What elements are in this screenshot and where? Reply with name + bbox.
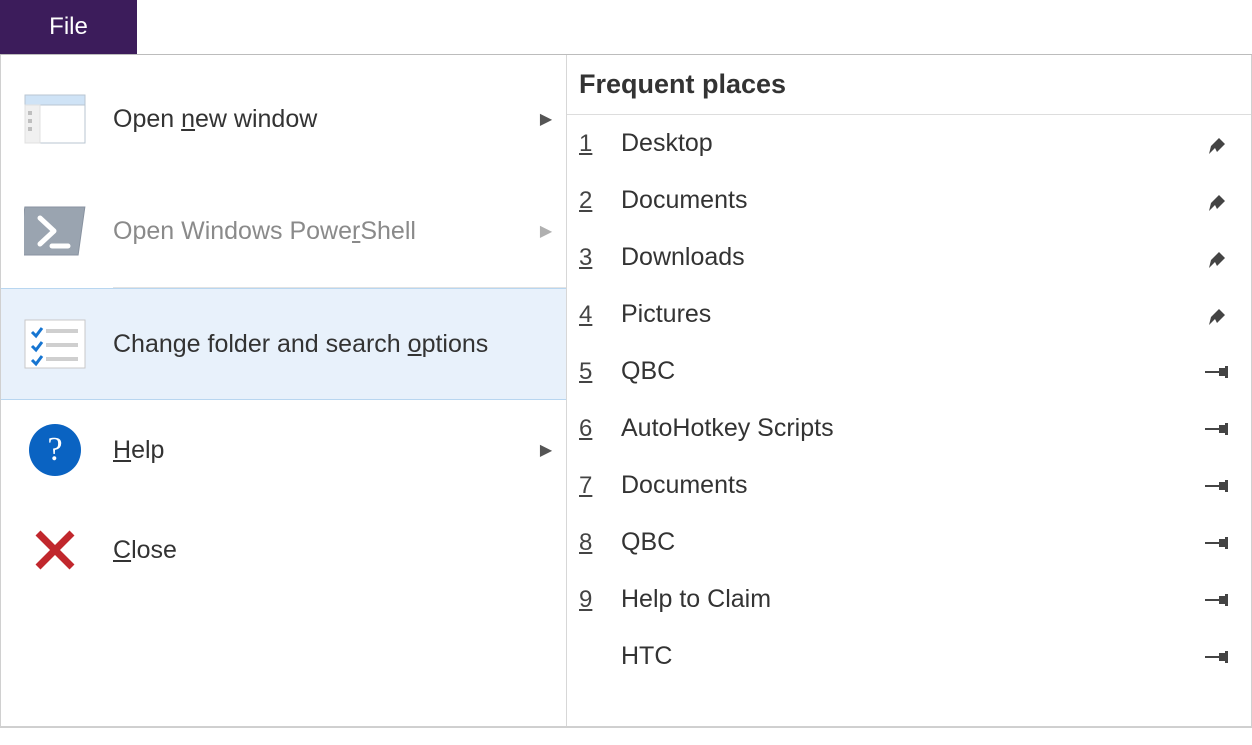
place-name: Downloads — [621, 243, 1205, 272]
place-name: Help to Claim — [621, 585, 1205, 614]
place-accelerator: 2 — [579, 187, 607, 215]
open-powershell-item[interactable]: Open Windows PowerShell ▶ — [1, 175, 566, 287]
status-bar — [0, 727, 1252, 745]
open-new-window-label: Open new window — [113, 105, 526, 134]
pin-filled-icon[interactable] — [1205, 130, 1233, 158]
pin-outline-icon[interactable] — [1205, 529, 1233, 557]
help-item[interactable]: ? Help ▶ — [1, 400, 566, 500]
place-name: AutoHotkey Scripts — [621, 414, 1205, 443]
frequent-place-item[interactable]: 7 Documents — [567, 457, 1251, 514]
pin-filled-icon[interactable] — [1205, 244, 1233, 272]
place-accelerator: 6 — [579, 415, 607, 443]
folder-options-item[interactable]: Change folder and search options — [1, 288, 566, 400]
frequent-place-item[interactable]: 6 AutoHotkey Scripts — [567, 400, 1251, 457]
open-new-window-item[interactable]: Open new window ▶ — [1, 63, 566, 175]
help-label: Help — [113, 436, 526, 465]
place-name: QBC — [621, 528, 1205, 557]
svg-text:?: ? — [47, 431, 62, 468]
frequent-places-list: 1 Desktop 2 Documents 3 Downloads 4 Pictures 5 QB… — [567, 115, 1251, 726]
frequent-place-item[interactable]: HTC — [567, 628, 1251, 685]
frequent-place-item[interactable]: 2 Documents — [567, 172, 1251, 229]
frequent-places-header: Frequent places — [567, 55, 1251, 115]
file-tab[interactable]: File — [0, 0, 137, 54]
place-accelerator: 3 — [579, 244, 607, 272]
pin-filled-icon[interactable] — [1205, 187, 1233, 215]
open-powershell-label: Open Windows PowerShell — [113, 217, 526, 246]
folder-options-label: Change folder and search options — [113, 330, 566, 359]
help-icon: ? — [21, 416, 89, 484]
place-accelerator: 9 — [579, 586, 607, 614]
submenu-arrow-icon: ▶ — [526, 440, 566, 460]
pin-outline-icon[interactable] — [1205, 415, 1233, 443]
file-menu-body: Open new window ▶ Open Windows PowerShel… — [0, 55, 1252, 727]
frequent-place-item[interactable]: 9 Help to Claim — [567, 571, 1251, 628]
options-icon — [21, 310, 89, 378]
place-name: HTC — [621, 642, 1205, 671]
place-accelerator: 7 — [579, 472, 607, 500]
frequent-place-item[interactable]: 4 Pictures — [567, 286, 1251, 343]
place-name: QBC — [621, 357, 1205, 386]
window-icon — [21, 85, 89, 153]
file-menu-window: File Open new window — [0, 0, 1252, 745]
place-name: Desktop — [621, 129, 1205, 158]
place-name: Documents — [621, 186, 1205, 215]
pin-outline-icon[interactable] — [1205, 358, 1233, 386]
place-name: Pictures — [621, 300, 1205, 329]
pin-filled-icon[interactable] — [1205, 301, 1233, 329]
frequent-places-pane: Frequent places 1 Desktop 2 Documents 3 Downl… — [567, 55, 1251, 726]
place-accelerator: 5 — [579, 358, 607, 386]
frequent-place-item[interactable]: 3 Downloads — [567, 229, 1251, 286]
close-item[interactable]: Close — [1, 500, 566, 600]
submenu-arrow-icon: ▶ — [526, 109, 566, 129]
file-menu-commands: Open new window ▶ Open Windows PowerShel… — [1, 55, 567, 726]
powershell-icon — [21, 197, 89, 265]
pin-outline-icon[interactable] — [1205, 472, 1233, 500]
place-accelerator: 1 — [579, 130, 607, 158]
ribbon-tabs: File — [0, 0, 1252, 55]
frequent-place-item[interactable]: 1 Desktop — [567, 115, 1251, 172]
submenu-arrow-icon: ▶ — [526, 221, 566, 241]
frequent-place-item[interactable]: 8 QBC — [567, 514, 1251, 571]
place-name: Documents — [621, 471, 1205, 500]
close-label: Close — [113, 536, 566, 565]
pin-outline-icon[interactable] — [1205, 643, 1233, 671]
pin-outline-icon[interactable] — [1205, 586, 1233, 614]
frequent-place-item[interactable]: 5 QBC — [567, 343, 1251, 400]
place-accelerator: 4 — [579, 301, 607, 329]
close-icon — [21, 516, 89, 584]
place-accelerator: 8 — [579, 529, 607, 557]
